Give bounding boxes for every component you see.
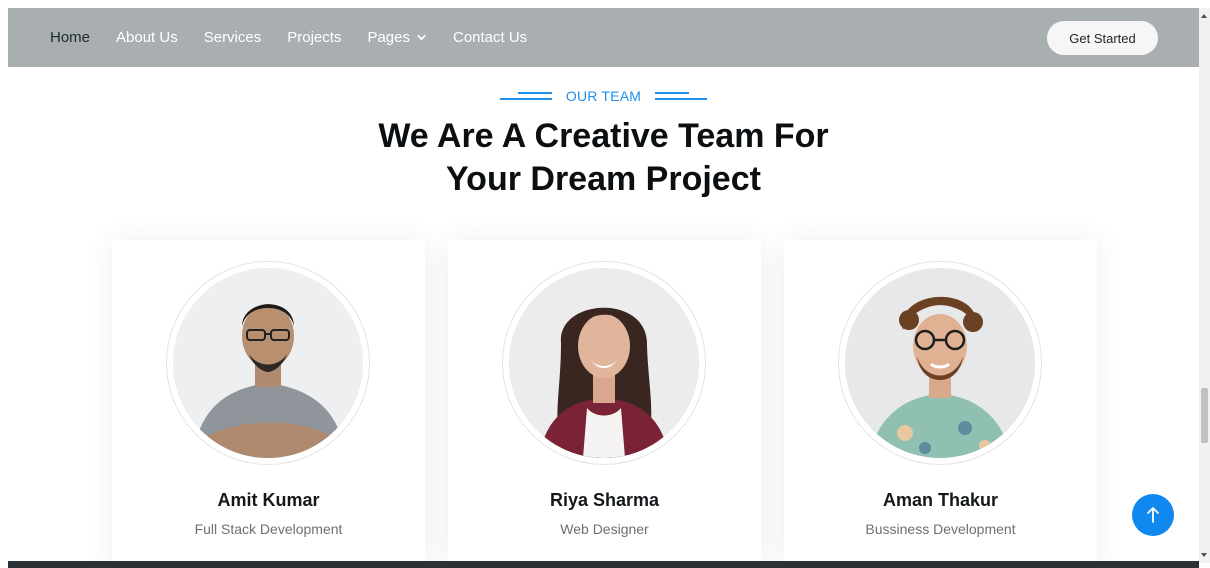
member-name: Amit Kumar — [217, 490, 320, 510]
member-role: Full Stack Development — [194, 521, 343, 537]
page-viewport: Home About Us Services Projects Pages Co… — [8, 8, 1199, 563]
eyebrow-text: OUR TEAM — [565, 88, 642, 104]
nav-contact-us[interactable]: Contact Us — [453, 29, 527, 46]
avatar-photo — [509, 268, 699, 458]
section-title-line-1: We Are A Creative Team For — [378, 117, 829, 155]
member-name: Riya Sharma — [549, 490, 660, 510]
nav-projects[interactable]: Projects — [287, 29, 341, 46]
team-card[interactable]: Amit Kumar Full Stack Development — [112, 240, 425, 563]
bottom-section-edge — [8, 561, 1199, 568]
avatar — [509, 268, 699, 458]
navbar: Home About Us Services Projects Pages Co… — [8, 8, 1199, 67]
nav-services[interactable]: Services — [204, 29, 262, 46]
scroll-down-icon[interactable] — [1201, 553, 1207, 557]
nav-pages-label: Pages — [367, 29, 410, 46]
nav-about-us[interactable]: About Us — [116, 29, 178, 46]
scrollbar-thumb[interactable] — [1201, 388, 1208, 443]
section-title: We Are A Creative Team For Your Dream Pr… — [8, 115, 1199, 201]
scroll-up-icon[interactable] — [1201, 14, 1207, 18]
eyebrow-line-left — [499, 92, 552, 100]
avatar-ring — [502, 261, 706, 465]
avatar-photo — [173, 268, 363, 458]
vertical-scrollbar[interactable] — [1199, 8, 1210, 563]
chevron-down-icon — [417, 34, 426, 41]
eyebrow-line-right — [655, 92, 708, 100]
team-card[interactable]: Riya Sharma Web Designer — [448, 240, 761, 563]
member-name: Aman Thakur — [882, 490, 999, 510]
section-eyebrow: OUR TEAM — [8, 88, 1199, 104]
avatar-ring — [838, 261, 1042, 465]
arrow-up-icon — [1147, 507, 1159, 523]
get-started-button[interactable]: Get Started — [1047, 21, 1158, 55]
avatar — [173, 268, 363, 458]
nav-menu: Home About Us Services Projects Pages Co… — [50, 29, 553, 46]
nav-pages-dropdown[interactable]: Pages — [367, 29, 427, 46]
nav-home[interactable]: Home — [50, 29, 90, 46]
back-to-top-button[interactable] — [1132, 494, 1174, 536]
team-cards: Amit Kumar Full Stack Development Riya S… — [112, 240, 1120, 563]
member-role: Web Designer — [560, 521, 649, 537]
member-role: Bussiness Development — [865, 521, 1016, 537]
avatar — [845, 268, 1035, 458]
avatar-ring — [166, 261, 370, 465]
team-card[interactable]: Aman Thakur Bussiness Development — [784, 240, 1097, 563]
section-title-line-2: Your Dream Project — [446, 160, 761, 198]
avatar-photo — [845, 268, 1035, 458]
